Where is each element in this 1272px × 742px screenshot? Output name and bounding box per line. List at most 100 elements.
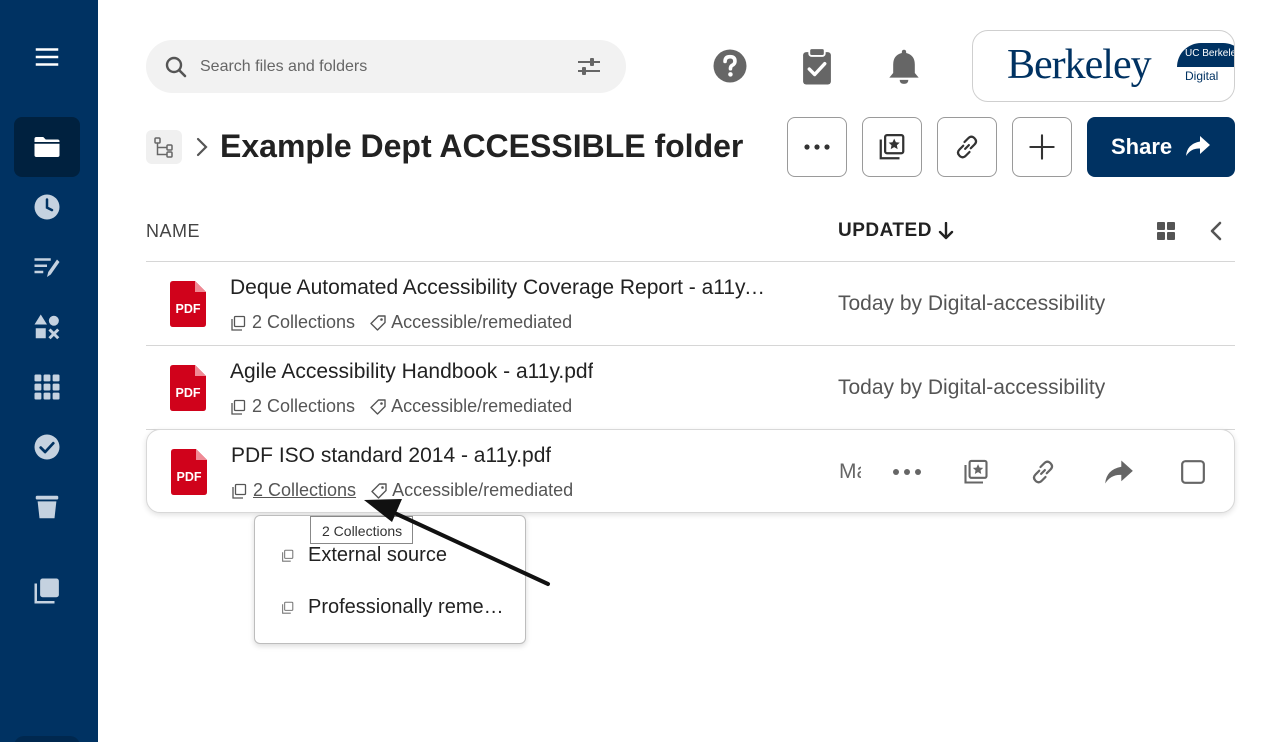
table-row-hovered[interactable]: PDF PDF ISO standard 2014 - a11y.pdf 2 C… [146, 429, 1235, 513]
clock-icon [34, 194, 60, 220]
notifications-button[interactable] [884, 46, 924, 86]
row-select-checkbox[interactable] [1175, 454, 1211, 490]
logo-badge: UC Berkeley Digital [1177, 43, 1234, 89]
plus-icon [1029, 134, 1055, 160]
tag-label[interactable]: Accessible/remediated [391, 396, 572, 417]
filter-sliders-icon[interactable] [576, 55, 602, 79]
trash-icon [35, 495, 59, 519]
more-actions-button[interactable] [787, 117, 847, 177]
sidebar-bottom-button[interactable] [14, 736, 80, 742]
file-name[interactable]: Agile Accessibility Handbook - a11y.pdf [230, 360, 593, 384]
pdf-file-icon: PDF [170, 281, 206, 327]
share-arrow-icon [1105, 460, 1133, 484]
bell-icon [889, 49, 919, 84]
file-meta: 2 Collections Accessible/remediated [230, 396, 572, 417]
popup-collection-label: Professionally remediated [308, 596, 504, 618]
sidebar-item-apps[interactable] [14, 357, 80, 417]
tag-icon [371, 482, 387, 499]
folder-tree-icon [154, 137, 173, 158]
sidebar-item-files[interactable] [14, 117, 80, 177]
help-button[interactable] [710, 46, 750, 86]
link-icon [1032, 460, 1054, 484]
pdf-file-icon: PDF [171, 449, 207, 495]
file-meta: 2 Collections Accessible/remediated [230, 312, 572, 333]
collection-star-icon [964, 459, 988, 484]
collection-star-icon [879, 134, 905, 160]
file-name[interactable]: Deque Automated Accessibility Coverage R… [230, 276, 770, 300]
sidebar-item-requests[interactable] [14, 237, 80, 297]
logo-badge-top: UC Berkeley [1177, 43, 1234, 67]
add-to-collection-button[interactable] [862, 117, 922, 177]
pdf-label: PDF [176, 386, 201, 400]
file-meta: 2 Collections Accessible/remediated [231, 480, 573, 501]
file-name[interactable]: PDF ISO standard 2014 - a11y.pdf [231, 444, 551, 468]
collections-icon [34, 578, 59, 604]
link-icon [956, 135, 978, 159]
logo-badge-bottom: Digital [1185, 69, 1219, 83]
apps-grid-icon [34, 374, 60, 400]
collection-small-icon [231, 399, 246, 415]
sidebar [0, 0, 98, 742]
folder-tree-button[interactable] [146, 130, 182, 164]
updated-by: Today by Digital-accessibility [838, 376, 1106, 399]
tag-label[interactable]: Accessible/remediated [392, 480, 573, 501]
collection-small-icon [231, 315, 246, 331]
table-row[interactable]: PDF Agile Accessibility Handbook - a11y.… [146, 346, 1235, 430]
berkeley-logo: Berkeley UC Berkeley Digital [972, 30, 1235, 102]
row-more-button[interactable] [889, 454, 925, 490]
collections-count-link[interactable]: 2 Collections [253, 480, 356, 501]
collections-count[interactable]: 2 Collections [252, 312, 355, 333]
collection-small-icon [282, 549, 294, 562]
column-header-name[interactable]: NAME [146, 221, 200, 242]
row-copy-link-button[interactable] [1025, 454, 1061, 490]
share-button[interactable]: Share [1087, 117, 1235, 177]
pdf-label: PDF [177, 470, 202, 484]
search-input[interactable] [200, 57, 560, 76]
help-icon [713, 49, 747, 83]
popup-collection-item[interactable]: Professionally remediated [281, 596, 504, 619]
chevron-right-icon [196, 137, 208, 157]
menu-button[interactable] [14, 27, 80, 87]
checkbox-icon [1181, 460, 1205, 484]
share-button-label: Share [1111, 134, 1173, 159]
page-title: Example Dept ACCESSIBLE folder [220, 128, 744, 164]
chevron-left-icon[interactable] [1206, 220, 1228, 242]
collections-tooltip: 2 Collections [310, 516, 414, 544]
row-add-to-collection-button[interactable] [958, 454, 994, 490]
collection-small-icon [232, 483, 247, 499]
table-row[interactable]: PDF Deque Automated Accessibility Covera… [146, 262, 1235, 346]
grid-view-icon[interactable] [1155, 220, 1177, 242]
more-horizontal-icon [804, 144, 830, 150]
folder-icon [34, 137, 60, 157]
collection-small-icon [282, 601, 294, 614]
add-new-button[interactable] [1012, 117, 1072, 177]
menu-icon [35, 48, 59, 66]
pdf-file-icon: PDF [170, 365, 206, 411]
column-header-updated-label: UPDATED [838, 220, 932, 241]
tag-icon [370, 398, 386, 415]
sidebar-item-collections[interactable] [14, 561, 80, 621]
tag-label[interactable]: Accessible/remediated [391, 312, 572, 333]
tag-icon [370, 314, 386, 331]
logo-wordmark: Berkeley [1007, 42, 1152, 88]
pdf-label: PDF [176, 302, 201, 316]
tasks-button[interactable] [797, 46, 837, 86]
row-share-button[interactable] [1101, 454, 1137, 490]
search-icon [165, 56, 187, 77]
column-header-updated[interactable]: UPDATED [838, 220, 954, 242]
updated-by: Ma [839, 460, 861, 483]
sidebar-item-tasks[interactable] [14, 417, 80, 477]
search-bar [146, 40, 626, 93]
sidebar-item-trash[interactable] [14, 477, 80, 537]
sidebar-item-recent[interactable] [14, 177, 80, 237]
copy-link-button[interactable] [937, 117, 997, 177]
popup-collection-item[interactable]: External source [281, 544, 447, 567]
check-circle-icon [34, 434, 60, 460]
shapes-icon [34, 314, 60, 340]
collections-count[interactable]: 2 Collections [252, 396, 355, 417]
sidebar-item-assets[interactable] [14, 297, 80, 357]
popup-collection-label: External source [308, 544, 447, 566]
more-horizontal-icon [893, 469, 921, 475]
sort-arrow-down-icon [938, 222, 954, 240]
edit-list-icon [34, 258, 60, 277]
